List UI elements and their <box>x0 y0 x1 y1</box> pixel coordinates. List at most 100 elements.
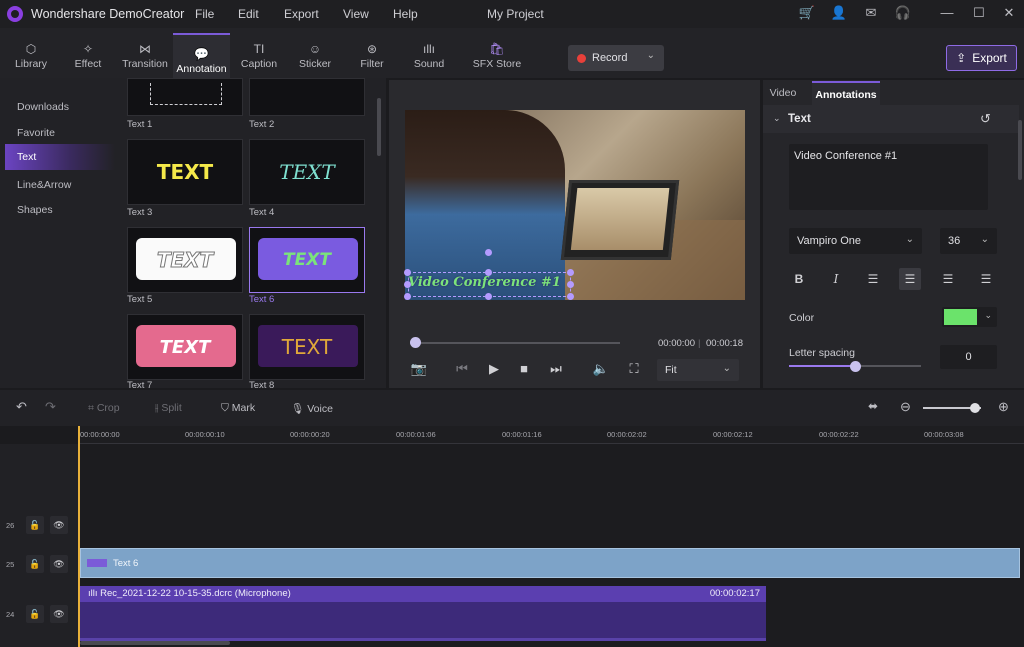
bold-button[interactable]: B <box>788 268 810 290</box>
resize-handle[interactable] <box>567 269 574 276</box>
chevron-down-icon: ⌄ <box>984 310 992 320</box>
thumbnail-scrollbar[interactable] <box>377 98 381 156</box>
thumbnail-text-8[interactable]: TEXT <box>249 314 365 380</box>
ruler-label: 00:00:01:16 <box>502 430 542 439</box>
zoom-in-icon[interactable]: ⊕ <box>998 399 1009 415</box>
tab-annotations[interactable]: Annotations <box>812 81 880 105</box>
thumbnail-text-3[interactable]: TEXT <box>127 139 243 205</box>
previous-frame-icon[interactable]: ⏮ <box>453 361 471 377</box>
category-line-arrow[interactable]: Line&Arrow <box>17 179 71 191</box>
cart-icon[interactable]: 🛒 <box>798 5 816 21</box>
play-icon[interactable]: ▶ <box>485 361 503 377</box>
maximize-icon[interactable]: ☐ <box>970 5 988 21</box>
category-text[interactable]: Text <box>5 144 115 170</box>
thumbnail-text-2[interactable] <box>249 78 365 116</box>
playhead[interactable] <box>78 426 80 647</box>
tab-filter[interactable]: ⊛ Filter <box>350 28 394 78</box>
tab-annotation[interactable]: 💬 Annotation <box>173 33 230 78</box>
thumbnail-text-6[interactable]: TEXT <box>249 227 365 293</box>
letter-spacing-input[interactable]: 0 <box>940 345 997 369</box>
lock-icon[interactable]: 🔓 <box>26 516 44 534</box>
align-center-icon[interactable]: ☰ <box>899 268 921 290</box>
thumbnail-text-5[interactable]: TEXT <box>127 227 243 293</box>
mail-icon[interactable]: ✉ <box>862 5 880 21</box>
zoom-out-icon[interactable]: ⊖ <box>900 399 911 415</box>
tab-caption[interactable]: TI Caption <box>236 28 282 78</box>
mark-button[interactable]: ⛉ Mark <box>221 402 255 415</box>
chevron-down-icon[interactable]: ⌄ <box>647 50 655 61</box>
category-favorite[interactable]: Favorite <box>17 127 55 139</box>
menu-file[interactable]: File <box>195 7 214 21</box>
menu-help[interactable]: Help <box>393 7 418 21</box>
minimize-icon[interactable]: — <box>938 5 956 20</box>
headset-icon[interactable]: 🎧 <box>894 5 912 21</box>
record-button[interactable]: Record ⌄ <box>568 45 664 71</box>
sfx-store-icon: 🛍 <box>489 42 505 56</box>
resize-handle[interactable] <box>567 293 574 300</box>
tab-video[interactable]: Video <box>763 81 803 105</box>
eye-icon[interactable]: 👁 <box>50 516 68 534</box>
zoom-knob[interactable] <box>970 403 980 413</box>
split-button[interactable]: ⫲ Split <box>155 402 182 415</box>
reset-icon[interactable]: ↺ <box>980 111 991 127</box>
category-shapes[interactable]: Shapes <box>17 204 53 216</box>
user-icon[interactable]: 👤 <box>830 5 848 21</box>
menu-export[interactable]: Export <box>284 7 319 21</box>
annotation-overlay-text[interactable]: Video Conference #1 <box>408 275 573 290</box>
fit-select[interactable]: Fit ⌄ <box>657 359 739 381</box>
tab-sound[interactable]: ıllı Sound <box>406 28 452 78</box>
properties-scrollbar[interactable] <box>1018 120 1022 180</box>
tab-library[interactable]: ⬡ Library <box>8 28 54 78</box>
thumbnail-text-4[interactable]: TEXT <box>249 139 365 205</box>
eye-icon[interactable]: 👁 <box>50 555 68 573</box>
resize-handle[interactable] <box>485 293 492 300</box>
eye-icon[interactable]: 👁 <box>50 605 68 623</box>
next-frame-icon[interactable]: ⏭ <box>547 361 565 377</box>
italic-button[interactable]: I <box>825 268 847 290</box>
annotation-text-input[interactable]: Video Conference #1 <box>789 144 988 210</box>
chevron-down-icon[interactable]: ⌄ <box>773 113 781 124</box>
menu-view[interactable]: View <box>343 7 369 21</box>
fullscreen-icon[interactable]: ⛶ <box>625 361 643 377</box>
tab-effect[interactable]: ✧ Effect <box>66 28 110 78</box>
playback-progress-track[interactable] <box>410 342 620 344</box>
undo-icon[interactable]: ↶ <box>16 399 27 415</box>
stop-icon[interactable]: ■ <box>515 361 533 376</box>
thumbnail-text-7[interactable]: TEXT <box>127 314 243 380</box>
font-select[interactable]: Vampiro One ⌄ <box>789 228 922 254</box>
thumbnail-text-1[interactable] <box>127 78 243 116</box>
rotate-handle[interactable] <box>485 249 492 256</box>
export-button[interactable]: ⇪ Export <box>946 45 1017 71</box>
fit-timeline-icon[interactable]: ⬌ <box>868 399 878 413</box>
playback-progress-knob[interactable] <box>410 337 421 348</box>
transition-icon: ⋈ <box>139 42 151 56</box>
audio-clip[interactable]: ıllı Rec_2021-12-22 10-15-35.dcrc (Micro… <box>80 586 766 641</box>
snapshot-camera-icon[interactable]: 📷 <box>410 361 428 377</box>
resize-handle[interactable] <box>567 281 574 288</box>
redo-icon[interactable]: ↷ <box>45 399 56 415</box>
tab-sfx-store[interactable]: 🛍 SFX Store <box>468 28 526 78</box>
voice-button[interactable]: 🎙 Voice <box>291 402 333 415</box>
resize-handle[interactable] <box>404 281 411 288</box>
volume-icon[interactable]: 🔈 <box>592 361 610 377</box>
tab-sticker[interactable]: ☺ Sticker <box>292 28 338 78</box>
timeline-scrollbar[interactable] <box>80 641 230 645</box>
letter-spacing-knob[interactable] <box>850 361 861 372</box>
align-right-icon[interactable]: ☰ <box>937 268 959 290</box>
menu-edit[interactable]: Edit <box>238 7 259 21</box>
font-size-select[interactable]: 36 ⌄ <box>940 228 997 254</box>
align-left-icon[interactable]: ☰ <box>862 268 884 290</box>
resize-handle[interactable] <box>485 269 492 276</box>
resize-handle[interactable] <box>404 269 411 276</box>
text-clip[interactable]: Text 6 <box>80 548 1020 578</box>
close-icon[interactable]: ✕ <box>1000 5 1018 21</box>
category-downloads[interactable]: Downloads <box>17 101 69 113</box>
resize-handle[interactable] <box>404 293 411 300</box>
align-justify-icon[interactable]: ☰ <box>975 268 997 290</box>
lock-icon[interactable]: 🔓 <box>26 555 44 573</box>
current-time: 00:00:00 <box>658 338 695 349</box>
lock-icon[interactable]: 🔓 <box>26 605 44 623</box>
color-picker[interactable]: ⌄ <box>942 307 997 327</box>
tab-transition[interactable]: ⋈ Transition <box>119 28 171 78</box>
crop-button[interactable]: ⌗ Crop <box>88 402 120 415</box>
